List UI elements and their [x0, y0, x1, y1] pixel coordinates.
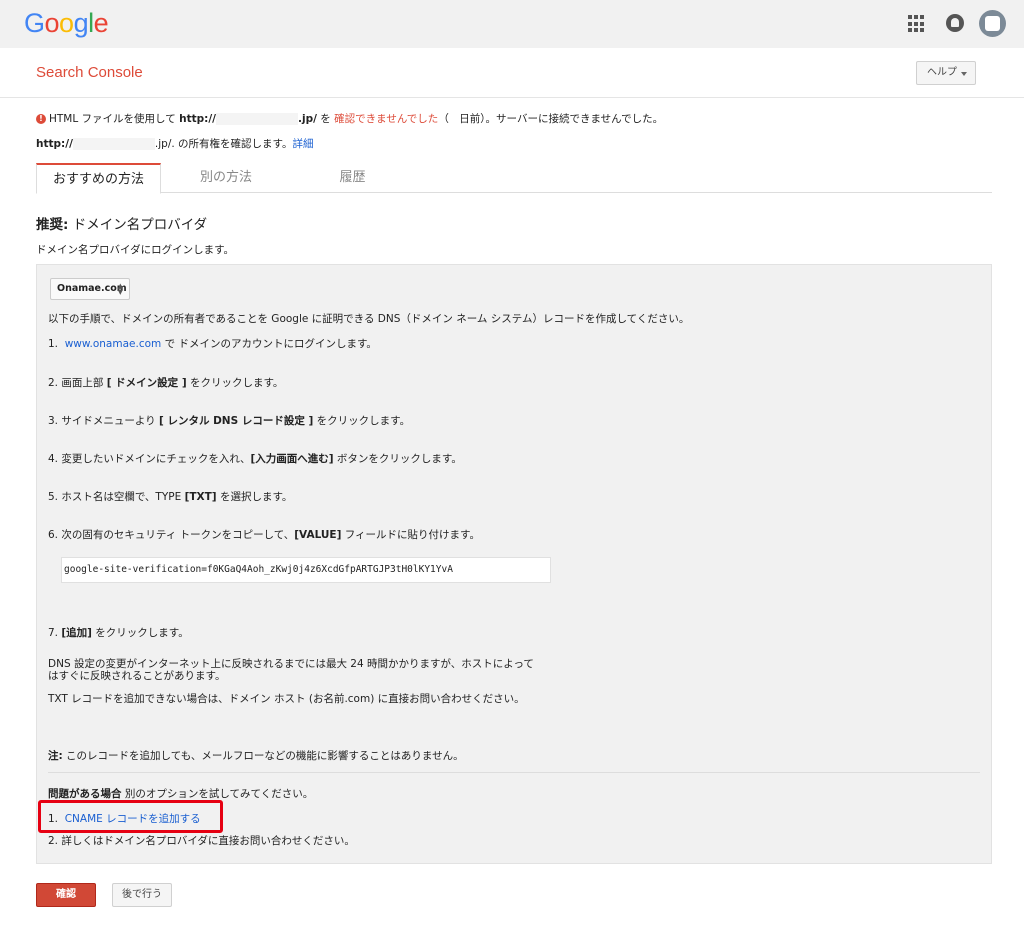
- tab-recommended[interactable]: おすすめの方法: [36, 163, 161, 194]
- cname-record-link[interactable]: CNAME レコードを追加する: [65, 813, 201, 825]
- note-text: このレコードを追加しても、メールフローなどの機能に影響することはありません。: [62, 750, 464, 762]
- step-text: 4. 変更したいドメインにチェックを入れ、: [48, 453, 251, 465]
- step-text: をクリックします。: [91, 627, 189, 639]
- ownership-message: http:// .jp/. の所有権を確認します。詳細: [36, 136, 314, 151]
- step-emphasis: [入力画面へ進む]: [250, 453, 334, 465]
- logo-letter: e: [93, 8, 109, 38]
- error-icon: !: [36, 113, 46, 124]
- account-avatar[interactable]: [979, 10, 1006, 37]
- step-emphasis: [VALUE]: [294, 529, 342, 541]
- divider: [48, 772, 980, 773]
- site-url-suffix: .jp/: [298, 112, 317, 125]
- provider-select[interactable]: Onamae.com ▲ ▼: [50, 278, 130, 300]
- tab-history[interactable]: 履歴: [290, 163, 415, 193]
- step-number: 1.: [48, 338, 59, 350]
- confirm-button[interactable]: 確認: [36, 883, 96, 907]
- tab-alternate[interactable]: 別の方法: [162, 163, 290, 193]
- problem-text: 問題がある場合 別のオプションを試してみてください。: [48, 786, 313, 801]
- step-2: 2. 画面上部 [ ドメイン設定 ] をクリックします。: [48, 375, 283, 390]
- error-text-red: 確認できませんでした: [334, 113, 439, 125]
- app-header: Search Console ヘルプ: [0, 48, 1024, 98]
- caret-down-icon: [961, 72, 967, 76]
- option-2: 2. 詳しくはドメイン名プロバイダに直接お問い合わせください。: [48, 835, 355, 847]
- step-7: 7. [追加] をクリックします。: [48, 625, 189, 640]
- logo-letter: g: [73, 8, 89, 38]
- details-link[interactable]: 詳細: [293, 138, 314, 150]
- step-text: 7.: [48, 627, 62, 639]
- error-text-a: HTML ファイルを使用して: [49, 113, 176, 125]
- note-label: 注:: [48, 750, 63, 762]
- google-top-bar: Google: [0, 0, 1024, 48]
- step-emphasis: [追加]: [61, 627, 92, 639]
- step-4: 4. 変更したいドメインにチェックを入れ、[入力画面へ進む] ボタンをクリックし…: [48, 451, 462, 466]
- notifications-bell-icon[interactable]: [946, 14, 964, 32]
- provider-selected: Onamae.com: [57, 283, 127, 294]
- intro-text: 以下の手順で、ドメインの所有者であることを Google に証明できる DNS（…: [48, 313, 690, 325]
- problem-label: 問題がある場合: [48, 788, 122, 800]
- step-1: 1. www.onamae.com で ドメインのアカウントにログインします。: [48, 336, 377, 351]
- step-3: 3. サイドメニューより [ レンタル DNS レコード設定 ] をクリックしま…: [48, 413, 410, 428]
- redacted-domain: [216, 112, 298, 125]
- problem-rest: 別のオプションを試してみてください。: [121, 788, 314, 800]
- step-emphasis: [TXT]: [184, 491, 217, 503]
- section-title-rest: ドメイン名プロバイダ: [68, 217, 208, 233]
- step-5: 5. ホスト名は空欄で、TYPE [TXT] を選択します。: [48, 489, 292, 504]
- dns-note-line-2: はすぐに反映されることがあります。: [48, 670, 226, 682]
- verification-token-field[interactable]: google-site-verification=f0KGaQ4Aoh_zKwj…: [61, 557, 551, 583]
- mailflow-note: 注: このレコードを追加しても、メールフローなどの機能に影響することはありません…: [48, 748, 464, 763]
- error-text-b: を: [320, 113, 331, 125]
- step-text: をクリックします。: [186, 377, 284, 389]
- do-later-button[interactable]: 後で行う: [112, 883, 172, 907]
- help-dropdown-button[interactable]: ヘルプ: [916, 61, 976, 85]
- txt-note: TXT レコードを追加できない場合は、ドメイン ホスト (お名前.com) に直…: [48, 693, 525, 705]
- step-text: フィールドに貼り付けます。: [341, 529, 480, 541]
- logo-letter: G: [24, 8, 45, 38]
- section-title: 推奨: ドメイン名プロバイダ: [36, 213, 207, 233]
- logo-letter: o: [44, 8, 60, 38]
- site-url-suffix: .jp/.: [154, 138, 175, 150]
- login-note: ドメイン名プロバイダにログインします。: [36, 244, 235, 256]
- step-emphasis: [ ドメイン設定 ]: [106, 377, 187, 389]
- step-text: 5. ホスト名は空欄で、TYPE: [48, 491, 185, 503]
- step-text: 2. 画面上部: [48, 377, 107, 389]
- redacted-domain: [72, 138, 155, 150]
- step-text: 6. 次の固有のセキュリティ トークンをコピーして、: [48, 529, 295, 541]
- option-number: 1.: [48, 813, 59, 825]
- onamae-link[interactable]: www.onamae.com: [65, 338, 162, 350]
- step-text: を選択します。: [216, 491, 293, 503]
- option-1: 1. CNAME レコードを追加する: [48, 811, 201, 826]
- step-text: をクリックします。: [313, 415, 411, 427]
- verification-error-message: ! HTML ファイルを使用して http:// .jp/ を 確認できませんでし…: [36, 111, 663, 126]
- step-text: で ドメインのアカウントにログインします。: [161, 338, 377, 350]
- step-text: ボタンをクリックします。: [333, 453, 462, 465]
- site-url-prefix: http://: [36, 138, 73, 150]
- step-6: 6. 次の固有のセキュリティ トークンをコピーして、[VALUE] フィールドに…: [48, 527, 480, 542]
- step-emphasis: [ レンタル DNS レコード設定 ]: [158, 415, 314, 427]
- step-text: 3. サイドメニューより: [48, 415, 159, 427]
- ownership-text: の所有権を確認します。: [174, 138, 293, 150]
- updown-arrows-icon: ▲ ▼: [117, 282, 123, 296]
- instructions-panel: Onamae.com ▲ ▼ 以下の手順で、ドメインの所有者であることを Goog…: [36, 264, 992, 864]
- error-text-c: （ 日前）。サーバーに接続できませんでした。: [438, 113, 664, 125]
- recommended-label: 推奨:: [36, 217, 69, 233]
- method-tabs: おすすめの方法 別の方法 履歴: [36, 163, 992, 194]
- logo-letter: o: [59, 8, 74, 38]
- site-url-prefix: http://: [179, 112, 216, 125]
- help-label: ヘルプ: [927, 67, 957, 78]
- apps-icon[interactable]: [908, 15, 926, 33]
- app-title[interactable]: Search Console: [36, 64, 143, 81]
- google-logo[interactable]: Google: [24, 8, 109, 39]
